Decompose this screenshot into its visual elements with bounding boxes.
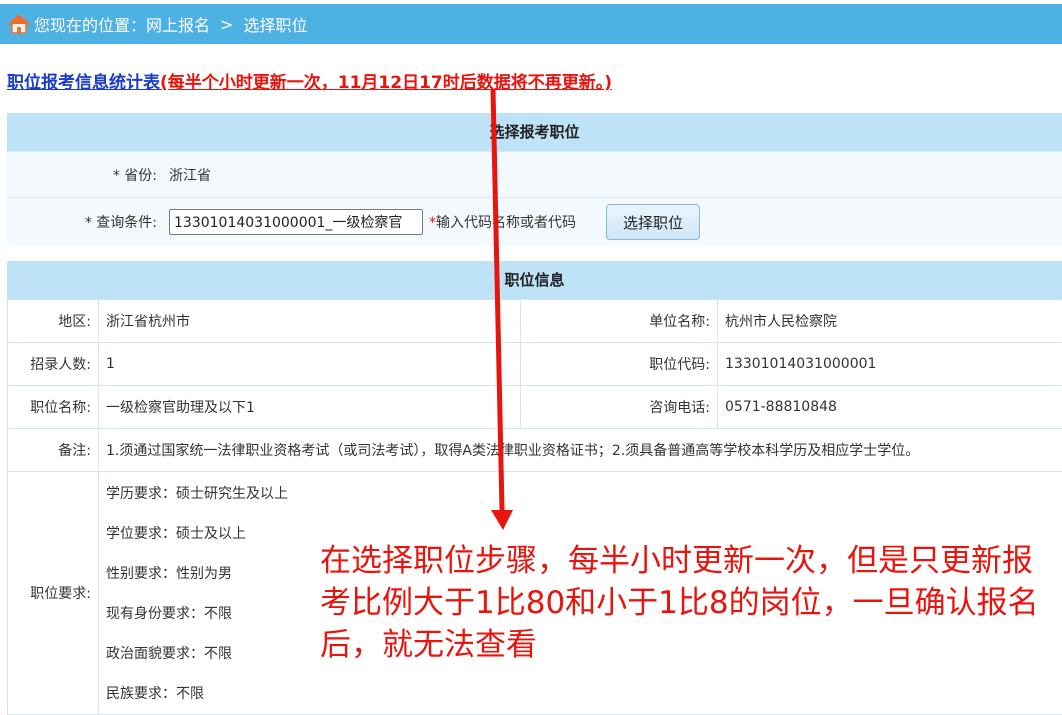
query-hint-text: 输入代码名称或者代码 [436,215,576,231]
requirement-education: 学历要求：硕士研究生及以上 [106,474,1055,514]
table-row: 地区: 浙江省杭州市 单位名称: 杭州市人民检察院 [8,300,1062,343]
table-row: 招录人数: 1 职位代码: 13301014031000001 [8,343,1062,386]
select-position-panel: 选择报考职位 * 省份: 浙江省 * 查询条件: *输入代码名称或者代码 选择职… [7,113,1062,246]
position-name-value: 一级检察官助理及以下1 [99,386,521,429]
select-position-button[interactable]: 选择职位 [606,204,700,240]
required-mark: * [429,215,436,231]
breadcrumb-separator: > [220,15,233,34]
update-notice: (每半个小时更新一次，11月12日17时后数据将不再更新。) [160,73,612,93]
select-panel-title: 选择报考职位 [7,113,1062,151]
statistics-table-link[interactable]: 职位报考信息统计表 [7,73,160,93]
query-row: * 查询条件: *输入代码名称或者代码 选择职位 [7,197,1062,246]
query-input[interactable] [169,209,423,235]
province-label: * 省份: [7,165,169,185]
query-hint: *输入代码名称或者代码 [429,212,576,232]
requirement-ethnicity: 民族要求：不限 [106,674,1055,714]
phone-value: 0571-88810848 [718,386,1062,429]
remark-value: 1.须通过国家统一法律职业资格考试（或司法考试），取得A类法律职业资格证书；2.… [99,429,1062,472]
province-row: * 省份: 浙江省 [7,151,1062,197]
position-code-value: 13301014031000001 [718,343,1062,386]
breadcrumb-item-online-signup[interactable]: 网上报名 [146,12,210,36]
headcount-value: 1 [99,343,521,386]
phone-label: 咨询电话: [521,386,718,429]
remark-label: 备注: [8,429,99,472]
position-name-label: 职位名称: [8,386,99,429]
breadcrumb-prefix: 您现在的位置： [34,12,146,36]
page-headline: 职位报考信息统计表(每半个小时更新一次，11月12日17时后数据将不再更新。) [7,68,612,93]
info-panel-title: 职位信息 [7,261,1062,299]
unit-name-value: 杭州市人民检察院 [718,300,1062,343]
table-row: 职位名称: 一级检察官助理及以下1 咨询电话: 0571-88810848 [8,386,1062,429]
region-label: 地区: [8,300,99,343]
region-value: 浙江省杭州市 [99,300,521,343]
home-icon[interactable] [8,14,30,34]
headcount-label: 招录人数: [8,343,99,386]
unit-name-label: 单位名称: [521,300,718,343]
position-code-label: 职位代码: [521,343,718,386]
breadcrumb-item-select-position: 选择职位 [243,12,307,36]
table-row: 备注: 1.须通过国家统一法律职业资格考试（或司法考试），取得A类法律职业资格证… [8,429,1062,472]
province-value: 浙江省 [169,165,211,185]
query-label: * 查询条件: [7,212,169,232]
breadcrumb-bar: 您现在的位置： 网上报名 > 选择职位 [0,4,1062,44]
annotation-text: 在选择职位步骤，每半小时更新一次，但是只更新报考比例大于1比80和小于1比8的岗… [320,540,1040,666]
requirements-label: 职位要求: [8,472,99,715]
